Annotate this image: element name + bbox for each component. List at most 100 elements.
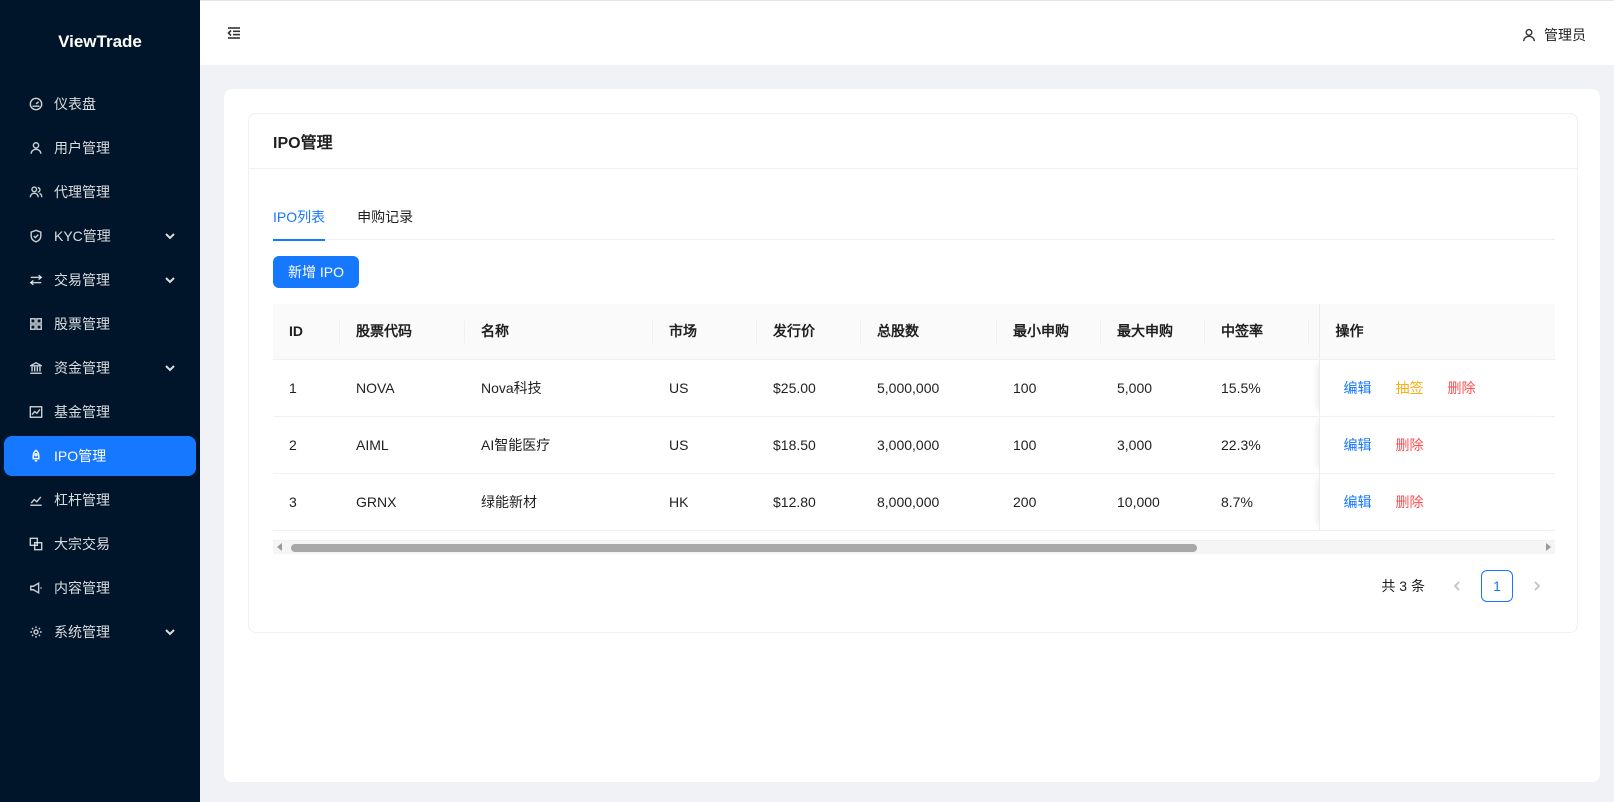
cell-code: GRNX [340,473,465,531]
cell-market: US [653,359,757,417]
sidebar-item-3[interactable]: KYC管理 [4,216,196,256]
scrollbar-thumb[interactable] [291,544,1197,552]
col-header-code: 股票代码 [340,304,465,360]
sidebar-item-label: 大宗交易 [54,536,110,552]
app-logo: ViewTrade [58,32,142,51]
col-header-max: 最大申购 [1101,304,1205,360]
cell-shares: 8,000,000 [861,473,997,531]
edit-link[interactable]: 编辑 [1344,492,1372,512]
pagination: 共 3 条 1 [1381,570,1553,602]
sidebar-item-8[interactable]: IPO管理 [4,436,196,476]
ipo-card: IPO管理 IPO列表 申购记录 新增 IPO ID 股票代码 名称 市场 发行… [248,113,1578,633]
top-header: 管理员 [200,0,1614,65]
edit-link[interactable]: 编辑 [1344,435,1372,455]
sidebar-item-label: 仪表盘 [54,96,96,112]
horizontal-scrollbar[interactable] [273,540,1555,554]
table-row: 3 GRNX 绿能新材 HK $12.80 8,000,000 200 10,000 8.7% 编… [273,473,1555,531]
add-ipo-button[interactable]: 新增 IPO [273,256,360,288]
cell-market: HK [653,473,757,531]
cell-max: 3,000 [1101,416,1205,474]
cell-rate: 22.3% [1205,416,1309,474]
sidebar-item-0[interactable]: 仪表盘 [4,84,196,124]
delete-link[interactable]: 删除 [1448,378,1476,398]
col-header-price: 发行价 [757,304,861,360]
col-header-shares: 总股数 [861,304,997,360]
user-icon [28,140,44,156]
sidebar-item-9[interactable]: 杠杆管理 [4,480,196,520]
user-menu[interactable]: 管理员 [1522,25,1586,45]
cell-min: 100 [997,359,1101,417]
sidebar: ViewTrade 仪表盘用户管理代理管理 KYC管理交易管理股票管理资金管理基金… [0,0,200,802]
draw-lottery-link[interactable]: 抽签 [1396,378,1424,398]
chevron-down-icon [164,273,176,285]
col-header-name: 名称 [465,304,653,360]
sidebar-item-label: 资金管理 [54,360,110,376]
sidebar-item-label: 代理管理 [54,184,110,200]
cell-rate: 8.7% [1205,473,1309,531]
cell-max: 10,000 [1101,473,1205,531]
sidebar-item-label: 系统管理 [54,624,110,640]
prev-page-button[interactable] [1441,570,1473,602]
next-page-button[interactable] [1521,570,1553,602]
table-row: 1 NOVA Nova科技 US $25.00 5,000,000 100 5,000 15.5… [273,359,1555,417]
cell-price: $12.80 [757,473,861,531]
cell-rate: 15.5% [1205,359,1309,417]
sidebar-item-label: 交易管理 [54,272,110,288]
sidebar-item-label: 股票管理 [54,316,110,332]
swap-icon [28,272,44,288]
cell-min: 100 [997,416,1101,474]
scroll-left-icon[interactable] [277,543,282,551]
user-icon [1523,28,1535,42]
fund-icon [28,404,44,420]
col-header-min: 最小申购 [997,304,1101,360]
cell-min: 200 [997,473,1101,531]
sidebar-item-1[interactable]: 用户管理 [4,128,196,168]
cell-price: $25.00 [757,359,861,417]
sidebar-item-12[interactable]: 系统管理 [4,612,196,652]
cell-max: 5,000 [1101,359,1205,417]
sidebar-item-label: 杠杆管理 [54,492,110,508]
scroll-right-icon[interactable] [1546,543,1551,551]
cell-actions: 编辑 删除 [1318,416,1555,474]
col-header-id: ID [273,304,340,360]
edit-link[interactable]: 编辑 [1344,378,1372,398]
sidebar-item-label: 内容管理 [54,580,110,596]
sidebar-item-2[interactable]: 代理管理 [4,172,196,212]
delete-link[interactable]: 删除 [1396,435,1424,455]
cell-price: $18.50 [757,416,861,474]
sidebar-item-5[interactable]: 股票管理 [4,304,196,344]
menu-fold-icon[interactable] [226,25,242,41]
tab-bar: IPO列表 申购记录 [273,194,1555,241]
sidebar-item-11[interactable]: 内容管理 [4,568,196,608]
cell-code: NOVA [340,359,465,417]
pagination-total: 共 3 条 [1381,578,1425,594]
chevron-down-icon [164,361,176,373]
tab-ipo-list[interactable]: IPO列表 [273,194,326,241]
cell-name: AI智能医疗 [465,416,653,474]
cell-id: 3 [273,473,340,531]
setting-icon [28,624,44,640]
appstore-icon [28,316,44,332]
content-area: IPO管理 IPO列表 申购记录 新增 IPO ID 股票代码 名称 市场 发行… [224,89,1600,782]
cell-shares: 3,000,000 [861,416,997,474]
block-icon [28,536,44,552]
sidebar-item-label: KYC管理 [54,228,111,244]
sidebar-item-10[interactable]: 大宗交易 [4,524,196,564]
cell-name: Nova科技 [465,359,653,417]
sidebar-item-6[interactable]: 资金管理 [4,348,196,388]
sidebar-item-4[interactable]: 交易管理 [4,260,196,300]
delete-link[interactable]: 删除 [1396,492,1424,512]
page-number-button[interactable]: 1 [1481,570,1513,602]
ipo-table: ID 股票代码 名称 市场 发行价 总股数 最小申购 最大申购 中签率 操作 1… [273,304,1555,540]
sidebar-menu: 仪表盘用户管理代理管理 KYC管理交易管理股票管理资金管理基金管理 IPO管理杠杆管… [0,84,200,652]
col-header-actions: 操作 [1318,304,1555,360]
cell-id: 1 [273,359,340,417]
shield-icon [28,228,44,244]
sidebar-item-label: IPO管理 [54,448,107,464]
sidebar-item-7[interactable]: 基金管理 [4,392,196,432]
cell-shares: 5,000,000 [861,359,997,417]
chevron-down-icon [164,625,176,637]
cell-spacer [1309,359,1319,417]
tab-subscription-records[interactable]: 申购记录 [357,194,413,240]
cell-market: US [653,416,757,474]
